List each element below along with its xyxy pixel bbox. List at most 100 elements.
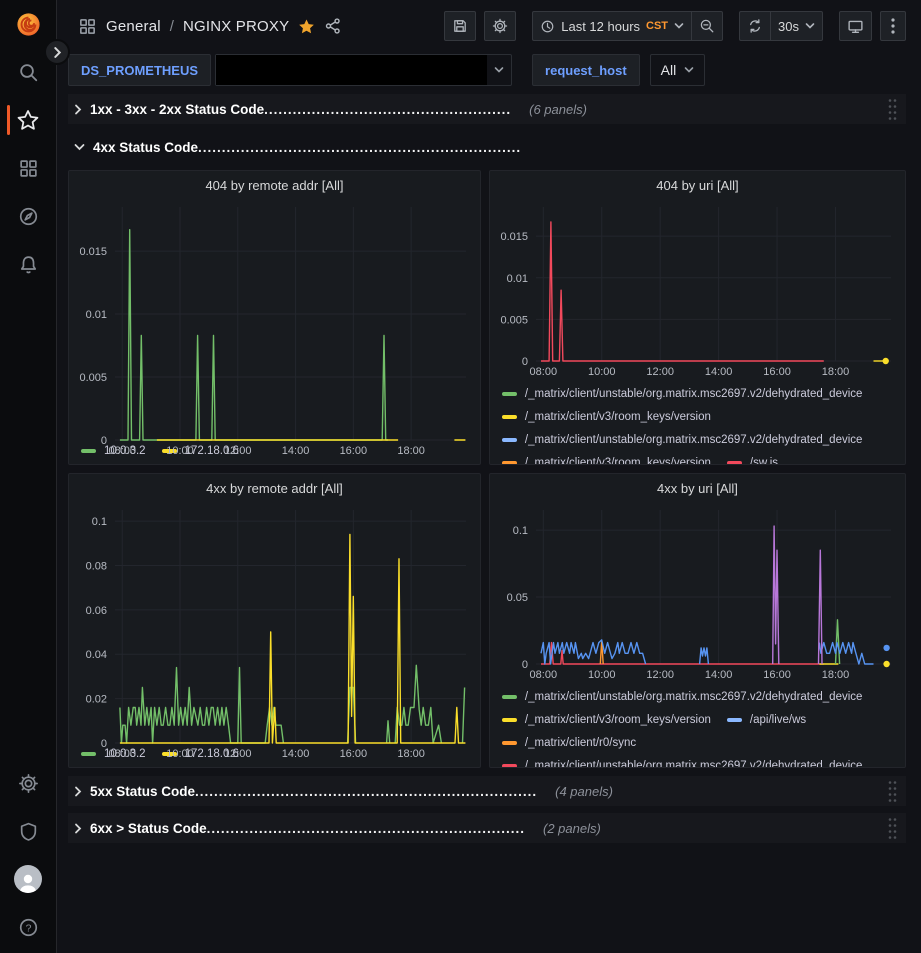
legend-label: /sw.js (750, 452, 778, 464)
sidebar-item-home[interactable] (0, 0, 56, 48)
legend-label: /_matrix/client/unstable/org.matrix.msc2… (525, 429, 863, 451)
row-1xx-3xx-2xx[interactable]: 1xx - 3xx - 2xx Status Code ............… (68, 94, 906, 124)
legend-item[interactable]: /api/live/ws (727, 709, 806, 731)
refresh-button[interactable] (739, 11, 770, 41)
legend-label: /_matrix/client/r0/sync (525, 732, 636, 754)
refresh-interval-picker[interactable]: 30s (770, 11, 823, 41)
favorite-star-icon[interactable] (298, 18, 315, 35)
sidebar-item-help[interactable]: ? (0, 903, 56, 951)
time-range-picker[interactable]: Last 12 hours CST (532, 11, 691, 41)
svg-text:0.01: 0.01 (86, 309, 107, 321)
timeseries-chart[interactable]: 08:0010:0012:0014:0016:0018:0000.0050.01… (490, 199, 905, 381)
svg-text:0.015: 0.015 (500, 231, 528, 243)
svg-text:0.04: 0.04 (86, 649, 107, 661)
datasource-select[interactable] (215, 54, 512, 86)
timeseries-chart[interactable]: 08:0010:0012:0014:0016:0018:0000.050.1 (490, 502, 905, 684)
apps-icon (78, 17, 97, 36)
panel-4xx-by-remote-addr: 4xx by remote addr [All] 08:0010:0012:00… (68, 473, 481, 768)
shield-icon (18, 821, 39, 842)
series-color-swatch (502, 764, 517, 767)
row-title: 1xx - 3xx - 2xx Status Code (90, 102, 264, 117)
chevron-down-icon (684, 66, 694, 74)
svg-text:?: ? (25, 922, 31, 934)
sidebar-item-starred[interactable] (0, 96, 56, 144)
grafana-app: ? General / NGINX PROXY (0, 0, 921, 953)
variable-label-ds-prometheus[interactable]: DS_PROMETHEUS (68, 54, 211, 86)
row-4xx[interactable]: 4xx Status Code ........................… (68, 132, 906, 162)
legend-item[interactable]: /_matrix/client/unstable/org.matrix.msc2… (502, 429, 863, 451)
sidebar-item-server-admin[interactable] (0, 807, 56, 855)
row-drag-handle[interactable] (887, 816, 898, 841)
legend-item[interactable]: /_matrix/client/v3/room_keys/version (502, 452, 711, 464)
row-6xx[interactable]: 6xx > Status Code ......................… (68, 813, 906, 843)
row-5xx[interactable]: 5xx Status Code ........................… (68, 776, 906, 806)
svg-text:16:00: 16:00 (340, 748, 368, 760)
legend-item[interactable]: /_matrix/client/unstable/org.matrix.msc2… (502, 686, 863, 708)
legend-item[interactable]: /sw.js (727, 452, 778, 464)
legend-item[interactable]: /_matrix/client/v3/room_keys/version (502, 709, 711, 731)
breadcrumb-divider: / (170, 18, 174, 35)
save-dashboard-button[interactable] (444, 11, 476, 41)
refresh-icon (747, 18, 763, 34)
row-leader-dots: ........................................… (207, 821, 525, 836)
timeseries-chart[interactable]: 08:0010:0012:0014:0016:0018:0000.0050.01… (69, 199, 480, 438)
panel-title[interactable]: 4xx by remote addr [All] (69, 474, 480, 502)
series-color-swatch (502, 695, 517, 699)
row-drag-handle[interactable] (887, 97, 898, 122)
refresh-interval-label: 30s (778, 19, 799, 34)
svg-text:0.005: 0.005 (500, 314, 528, 326)
legend-item[interactable]: /_matrix/client/r0/sync (502, 732, 636, 754)
dashboard-settings-button[interactable] (484, 11, 516, 41)
zoom-out-time-button[interactable] (691, 11, 723, 41)
chevron-down-icon (487, 66, 511, 74)
sidebar-item-configuration[interactable] (0, 759, 56, 807)
panel-title[interactable]: 4xx by uri [All] (490, 474, 905, 502)
chevron-down-icon (674, 22, 684, 30)
row-panel-count: (6 panels) (529, 102, 587, 117)
breadcrumb: General / NGINX PROXY (78, 17, 342, 36)
more-options-button[interactable] (880, 11, 906, 41)
variable-label-request-host[interactable]: request_host (532, 54, 640, 86)
sidebar-item-profile[interactable] (0, 855, 56, 903)
breadcrumb-dashboard-title: NGINX PROXY (183, 18, 289, 35)
save-icon (452, 18, 468, 34)
panel-title[interactable]: 404 by remote addr [All] (69, 171, 480, 199)
svg-text:12:00: 12:00 (224, 445, 252, 457)
legend-item[interactable]: /_matrix/client/unstable/org.matrix.msc2… (502, 383, 863, 405)
timeseries-chart[interactable]: 08:0010:0012:0014:0016:0018:0000.020.040… (69, 502, 480, 741)
legend-item[interactable]: /_matrix/client/v3/room_keys/version (502, 406, 711, 428)
sidebar-item-explore[interactable] (0, 192, 56, 240)
search-icon (18, 62, 39, 83)
legend-item[interactable]: /_matrix/client/unstable/org.matrix.msc2… (502, 755, 863, 767)
dashboard-toolbar: Last 12 hours CST (444, 11, 906, 41)
request-host-select[interactable]: All (650, 54, 706, 86)
panel-4xx-by-uri: 4xx by uri [All] 08:0010:0012:0014:0016:… (489, 473, 906, 768)
row-leader-dots: ........................................… (195, 784, 537, 799)
variables-submenu: DS_PROMETHEUS request_host All (57, 52, 921, 88)
svg-text:08:00: 08:00 (529, 669, 557, 681)
svg-text:12:00: 12:00 (224, 748, 252, 760)
svg-text:16:00: 16:00 (340, 445, 368, 457)
svg-text:0.05: 0.05 (507, 592, 528, 604)
cycle-view-mode-button[interactable] (839, 11, 872, 41)
svg-text:0.1: 0.1 (92, 516, 107, 528)
svg-text:16:00: 16:00 (763, 366, 791, 378)
series-color-swatch (502, 461, 517, 464)
compass-icon (18, 206, 39, 227)
sidebar-collapse-button[interactable] (44, 39, 70, 65)
panel-title[interactable]: 404 by uri [All] (490, 171, 905, 199)
kebab-menu-icon (891, 18, 895, 34)
clock-icon (540, 19, 555, 34)
series-color-swatch (502, 392, 517, 396)
series-color-swatch (727, 718, 742, 722)
svg-text:0.1: 0.1 (513, 525, 528, 537)
sidebar-bottom-group: ? (0, 759, 56, 953)
share-icon[interactable] (324, 17, 342, 35)
sidebar-item-alerting[interactable] (0, 240, 56, 288)
svg-text:18:00: 18:00 (397, 748, 425, 760)
row-panel-count: (2 panels) (543, 821, 601, 836)
sidebar-item-dashboards[interactable] (0, 144, 56, 192)
row-drag-handle[interactable] (887, 779, 898, 804)
breadcrumb-section[interactable]: General (106, 18, 161, 35)
refresh-group: 30s (739, 11, 823, 41)
